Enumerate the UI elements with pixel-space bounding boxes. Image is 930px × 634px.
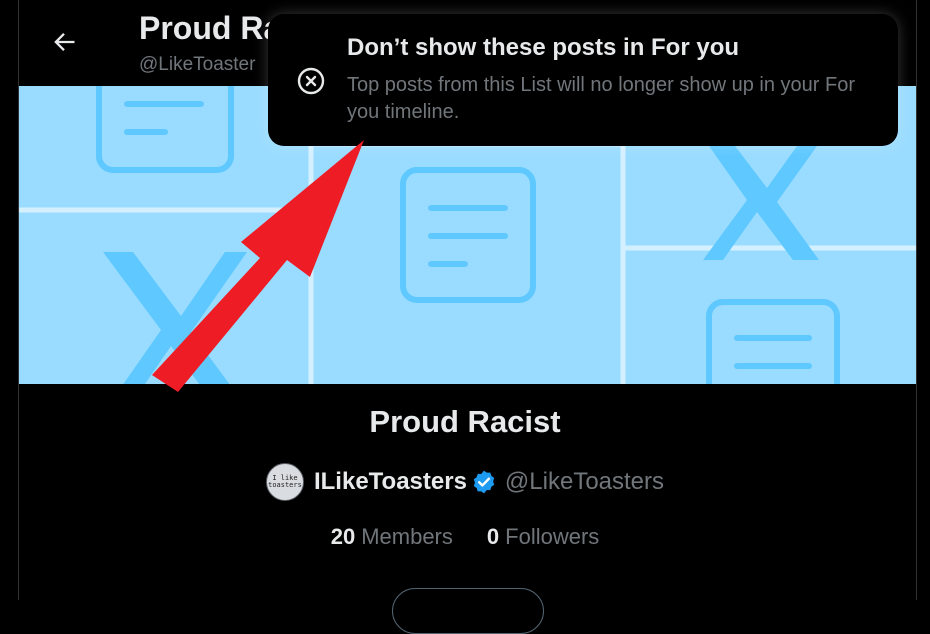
header-title: Proud Ra <box>139 10 282 46</box>
avatar[interactable]: I like toasters <box>265 463 304 501</box>
list-stats: 20 Members 0 Followers <box>0 524 930 550</box>
members-link[interactable]: 20 Members <box>331 524 453 550</box>
arrow-left-icon <box>54 33 75 51</box>
list-owner[interactable]: I like toasters ILikeToasters @LikeToast… <box>0 462 930 502</box>
back-button[interactable] <box>44 22 84 62</box>
toast-body: Top posts from this List will no longer … <box>347 74 855 123</box>
owner-handle[interactable]: @LikeToasters <box>505 468 664 496</box>
members-label: Members <box>361 524 453 549</box>
list-title: Proud Racist <box>369 404 561 439</box>
verified-badge-icon <box>473 470 495 494</box>
column-border-right <box>916 0 917 600</box>
followers-link[interactable]: 0 Followers <box>487 524 599 550</box>
x-circle-icon <box>297 67 325 95</box>
toast-notification: Don’t show these posts in For you Top po… <box>268 14 898 146</box>
toast-title: Don’t show these posts in For you <box>347 34 740 61</box>
followers-count: 0 <box>486 524 500 549</box>
followers-label: Followers <box>505 524 600 549</box>
members-count: 20 <box>330 524 356 549</box>
header-handle: @LikeToaster <box>139 54 256 75</box>
follow-button[interactable] <box>392 588 544 634</box>
owner-name[interactable]: ILikeToasters <box>314 468 467 496</box>
